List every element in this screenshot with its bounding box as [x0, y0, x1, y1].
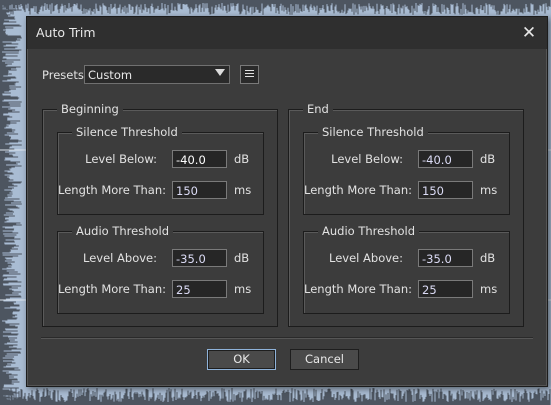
beginning-silence-threshold: Silence Threshold Level Below: dB Length…: [57, 125, 264, 215]
end-silence-length-unit: ms: [480, 183, 498, 197]
presets-menu-button[interactable]: [240, 65, 259, 84]
beginning-audio-level-unit: dB: [234, 251, 250, 265]
title-bar: Auto Trim ✕: [27, 17, 547, 49]
beginning-silence-level-label: Level Below:: [85, 152, 157, 166]
beginning-audio-length-label: Length More Than:: [58, 282, 167, 296]
list-icon: [245, 70, 254, 79]
end-group: End Silence Threshold Level Below: dB Le…: [288, 102, 524, 327]
beginning-title: Beginning: [57, 102, 123, 116]
end-silence-level-unit: dB: [480, 152, 496, 166]
beginning-silence-title: Silence Threshold: [72, 125, 182, 139]
beginning-audio-level-input[interactable]: [172, 249, 227, 267]
end-title: End: [303, 102, 333, 116]
end-audio-level-unit: dB: [480, 251, 496, 265]
end-silence-length-input[interactable]: [418, 181, 473, 199]
end-audio-length-unit: ms: [480, 282, 498, 296]
end-audio-threshold: Audio Threshold Level Above: dB Length M…: [303, 224, 510, 314]
beginning-audio-length-unit: ms: [234, 282, 252, 296]
end-silence-level-input[interactable]: [418, 150, 473, 168]
end-audio-length-input[interactable]: [418, 280, 473, 298]
end-audio-level-input[interactable]: [418, 249, 473, 267]
beginning-silence-level-unit: dB: [234, 152, 250, 166]
ok-button[interactable]: OK: [207, 349, 276, 370]
beginning-audio-title: Audio Threshold: [72, 224, 174, 238]
end-silence-length-label: Length More Than:: [304, 183, 413, 197]
presets-label: Presets:: [42, 68, 88, 82]
beginning-audio-threshold: Audio Threshold Level Above: dB Length M…: [57, 224, 264, 314]
beginning-silence-length-unit: ms: [234, 183, 252, 197]
dialog-title: Auto Trim: [36, 25, 96, 40]
auto-trim-dialog: Auto Trim ✕ Presets: Custom Beginning Si…: [26, 16, 548, 387]
beginning-silence-level-input[interactable]: [172, 150, 227, 168]
end-silence-threshold: Silence Threshold Level Below: dB Length…: [303, 125, 510, 215]
cancel-button[interactable]: Cancel: [290, 349, 359, 370]
beginning-audio-level-label: Level Above:: [83, 251, 157, 265]
beginning-group: Beginning Silence Threshold Level Below:…: [42, 102, 278, 327]
end-silence-level-label: Level Below:: [331, 152, 403, 166]
end-silence-title: Silence Threshold: [318, 125, 428, 139]
beginning-audio-length-input[interactable]: [172, 280, 227, 298]
divider: [41, 337, 533, 339]
close-icon[interactable]: ✕: [519, 23, 539, 43]
presets-dropdown[interactable]: Custom: [84, 65, 230, 84]
end-audio-level-label: Level Above:: [329, 251, 403, 265]
beginning-silence-length-label: Length More Than:: [58, 183, 167, 197]
beginning-silence-length-input[interactable]: [172, 181, 227, 199]
presets-value: Custom: [88, 68, 133, 82]
end-audio-length-label: Length More Than:: [304, 282, 413, 296]
chevron-down-icon: [215, 69, 225, 76]
end-audio-title: Audio Threshold: [318, 224, 420, 238]
